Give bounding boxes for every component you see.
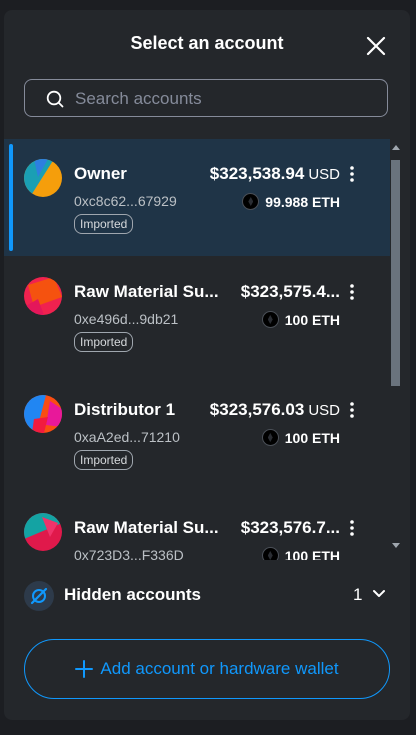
imported-badge: Imported (74, 214, 134, 234)
account-options-button[interactable] (346, 165, 358, 183)
account-address: 0xc8c62...67929 (74, 193, 177, 209)
scroll-thumb[interactable] (391, 160, 400, 386)
account-selector-modal: Select an account Owner $323,5 (4, 10, 410, 720)
eth-token-icon (261, 429, 279, 446)
more-vertical-icon (350, 284, 354, 300)
selected-indicator (9, 144, 13, 251)
eth-amount: 99.988 ETH (265, 193, 340, 210)
balance-currency: USD (308, 166, 340, 183)
account-list: Owner $323,538.94 USD 0xc8c62...67929 99.… (4, 139, 410, 560)
imported-badge: Imported (74, 332, 134, 352)
add-account-label: Add account or hardware wallet (100, 659, 339, 678)
account-balance: $323,575.4... (241, 282, 340, 302)
account-avatar (24, 395, 62, 433)
search-icon (46, 90, 64, 108)
chevron-down-icon (373, 590, 385, 597)
account-balance: $323,576.7... (241, 518, 340, 538)
account-eth-balance: 99.988 ETH (242, 193, 340, 210)
account-avatar (24, 513, 62, 551)
search-field (24, 79, 388, 118)
account-address: 0xaA2ed...71210 (74, 429, 180, 445)
hidden-accounts-label: Hidden accounts (64, 585, 201, 604)
modal-header: Select an account (4, 10, 410, 72)
modal-title: Select an account (130, 33, 284, 53)
more-vertical-icon (350, 402, 354, 418)
balance-amount: $323,538.94 (209, 164, 305, 183)
eth-token-icon (261, 311, 279, 328)
account-name: Raw Material Su... (74, 518, 219, 537)
hidden-accounts-toggle[interactable]: Hidden accounts 1 (4, 570, 410, 616)
imported-badge: Imported (74, 450, 134, 470)
account-options-button[interactable] (346, 519, 358, 537)
account-eth-balance: 100 ETH (261, 311, 340, 328)
balance-amount: $323,575.4... (240, 282, 340, 301)
eth-token-icon (261, 547, 279, 560)
account-options-button[interactable] (346, 401, 358, 419)
hidden-eye-slash-icon (24, 581, 54, 611)
account-name: Distributor 1 (74, 400, 176, 419)
balance-amount: $323,576.7... (240, 518, 340, 537)
eth-amount: 100 ETH (284, 311, 340, 328)
account-eth-balance: 100 ETH (261, 547, 340, 561)
account-avatar (24, 159, 62, 197)
close-icon (366, 36, 386, 56)
add-account-button[interactable]: Add account or hardware wallet (24, 639, 390, 699)
hidden-accounts-count: 1 (353, 585, 363, 604)
account-options-button[interactable] (346, 283, 358, 301)
account-row-owner[interactable]: Owner $323,538.94 USD 0xc8c62...67929 99.… (4, 139, 390, 256)
eth-amount: 100 ETH (284, 547, 340, 561)
account-address: 0xe496d...9db21 (74, 311, 179, 327)
account-row-distributor-1[interactable]: Distributor 1 $323,576.03 USD 0xaA2ed...7… (4, 375, 390, 492)
plus-icon (75, 660, 94, 678)
search-input[interactable] (73, 80, 377, 118)
account-balance: $323,576.03 USD (210, 400, 340, 420)
eth-token-icon (242, 193, 260, 210)
eth-amount: 100 ETH (284, 429, 340, 446)
account-name: Raw Material Su... (74, 282, 219, 301)
account-list-scrollbar[interactable] (390, 145, 402, 555)
account-address: 0x723D3...F336D (74, 547, 184, 560)
account-avatar (24, 277, 62, 315)
scroll-up-arrow-icon[interactable] (392, 145, 400, 150)
scroll-down-arrow-icon[interactable] (392, 543, 400, 548)
balance-currency: USD (308, 402, 340, 419)
close-button[interactable] (364, 34, 388, 58)
account-name: Owner (74, 164, 127, 183)
account-eth-balance: 100 ETH (261, 429, 340, 446)
account-balance: $323,538.94 USD (210, 164, 340, 184)
balance-amount: $323,576.03 (209, 400, 305, 419)
more-vertical-icon (350, 520, 354, 536)
account-row-raw-material-1[interactable]: Raw Material Su... $323,575.4... 0xe496d… (4, 257, 390, 374)
more-vertical-icon (350, 166, 354, 182)
account-row-raw-material-2[interactable]: Raw Material Su... $323,576.7... 0x723D3… (4, 493, 390, 560)
